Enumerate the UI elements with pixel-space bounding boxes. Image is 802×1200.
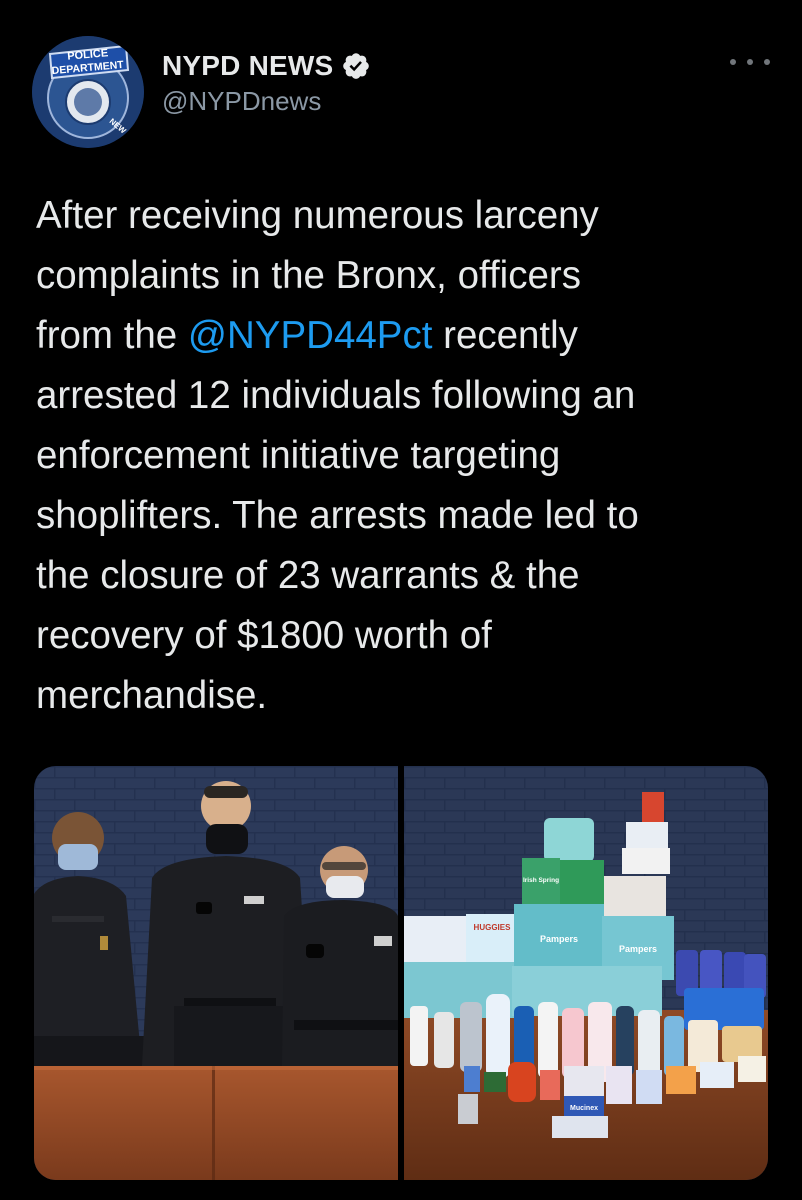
author-handle[interactable]: @NYPDnews xyxy=(162,86,321,117)
tweet-text-line: from the @NYPD44Pct recently xyxy=(36,306,776,366)
tweet-text-segment: After receiving numerous larceny xyxy=(36,194,599,237)
tweet-text-segment: shoplifters. The arrests made led to xyxy=(36,494,639,537)
tweet-text-line: shoplifters. The arrests made led to xyxy=(36,486,776,546)
tweet-text-segment: recently xyxy=(432,314,578,357)
tweet-text-line: enforcement initiative targeting xyxy=(36,426,776,486)
tweet-text-segment: complaints in the Bronx, officers xyxy=(36,254,581,297)
tweet-text-line: merchandise. xyxy=(36,666,776,726)
author-avatar[interactable]: POLICE DEPARTMENT NEW xyxy=(32,36,144,148)
author-display-name[interactable]: NYPD NEWS xyxy=(162,50,333,82)
tweet-text-segment: recovery of $1800 worth of xyxy=(36,614,492,657)
box-label-huggies: HUGGIES xyxy=(474,923,512,932)
tweet-text: After receiving numerous larceny complain… xyxy=(36,186,776,726)
tweet-text-line: complaints in the Bronx, officers xyxy=(36,246,776,306)
tweet-text-segment: arrested 12 individuals following an xyxy=(36,374,636,417)
tweet: POLICE DEPARTMENT NEW NYPD NEWS @NYPDnew… xyxy=(0,0,802,1200)
tweet-text-segment: merchandise. xyxy=(36,674,268,717)
police-badge-logo: POLICE DEPARTMENT NEW xyxy=(32,36,144,148)
box-label-mucinex: Mucinex xyxy=(570,1105,598,1112)
more-dot xyxy=(764,59,770,65)
officers-photo[interactable] xyxy=(34,766,398,1180)
more-options-icon[interactable] xyxy=(730,50,770,74)
mention-link[interactable]: @NYPD44Pct xyxy=(188,314,433,357)
tweet-text-line: recovery of $1800 worth of xyxy=(36,606,776,666)
more-dot xyxy=(747,59,753,65)
media-grid: Pampers Pampers HUGGIES Irish Spring Muc… xyxy=(34,766,768,1180)
table xyxy=(34,1066,398,1180)
merchandise-photo[interactable]: Pampers Pampers HUGGIES Irish Spring Muc… xyxy=(404,766,768,1180)
tweet-text-segment: from the xyxy=(36,314,188,357)
tweet-text-line: arrested 12 individuals following an xyxy=(36,366,776,426)
box-label-pampers: Pampers xyxy=(619,944,657,954)
tweet-text-segment: the closure of 23 warrants & the xyxy=(36,554,580,597)
tweet-text-line: the closure of 23 warrants & the xyxy=(36,546,776,606)
author-name-row[interactable]: NYPD NEWS xyxy=(162,46,371,86)
tweet-text-line: After receiving numerous larceny xyxy=(36,186,776,246)
box-label-pampers: Pampers xyxy=(540,934,578,944)
verified-badge-icon xyxy=(341,51,371,81)
tweet-text-segment: enforcement initiative targeting xyxy=(36,434,561,477)
more-dot xyxy=(730,59,736,65)
box-label-irish-spring: Irish Spring xyxy=(523,877,559,884)
